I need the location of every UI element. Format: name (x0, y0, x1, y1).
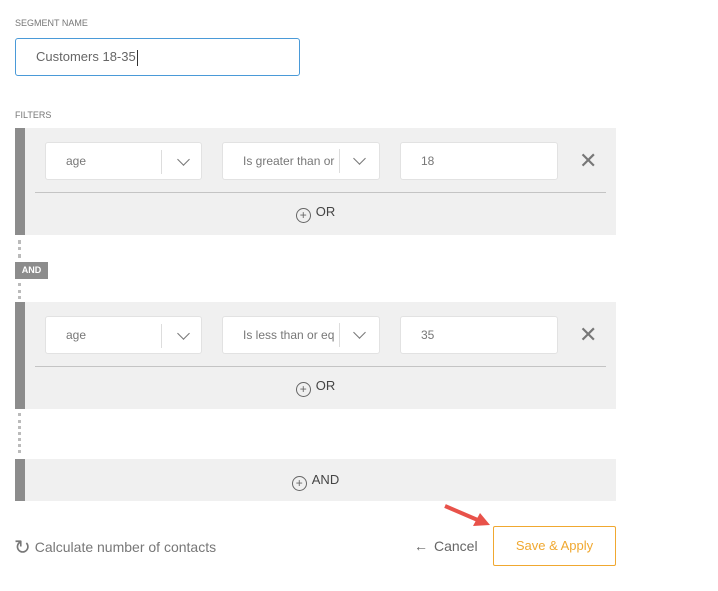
chevron-down-icon (177, 153, 190, 166)
save-apply-button[interactable]: Save & Apply (493, 526, 616, 566)
plus-circle-icon: + (295, 382, 311, 397)
filters-label: FILTERS (15, 110, 52, 120)
field-value: age (66, 328, 87, 342)
connector-dots (18, 240, 24, 258)
operator-value: Is less than or eq (243, 328, 335, 342)
operator-value: Is greater than or (243, 154, 335, 168)
divider (35, 366, 606, 367)
divider (35, 192, 606, 193)
value-input[interactable]: 18 (400, 142, 558, 180)
segment-name-input[interactable]: Customers 18-35 (15, 38, 300, 76)
connector-dots (18, 283, 24, 299)
close-icon[interactable]: ✕ (579, 150, 597, 172)
filter-group-1: age Is greater than or 18 ✕ + OR (15, 128, 616, 235)
text-caret (136, 49, 138, 66)
refresh-icon: ↻ (14, 537, 31, 559)
plus-circle-icon: + (291, 476, 307, 491)
and-label: AND (311, 472, 340, 487)
and-badge: AND (15, 262, 48, 279)
add-and-button[interactable]: + AND (15, 472, 616, 491)
segment-name-value: Customers 18-35 (36, 49, 136, 64)
calculate-contacts-button[interactable]: ↻ Calculate number of contacts (14, 535, 216, 560)
add-and-group: + AND (15, 459, 616, 501)
field-select[interactable]: age (45, 142, 202, 180)
chevron-down-icon (177, 327, 190, 340)
value-input[interactable]: 35 (400, 316, 558, 354)
segment-name-label: SEGMENT NAME (15, 18, 88, 28)
or-label: OR (315, 204, 336, 219)
calculate-label: Calculate number of contacts (34, 539, 217, 555)
add-or-button[interactable]: + OR (15, 378, 616, 397)
connector-dots (18, 413, 24, 453)
filter-group-2: age Is less than or eq 35 ✕ + OR (15, 302, 616, 409)
cancel-label: Cancel (434, 538, 478, 554)
cancel-button[interactable]: ← Cancel (414, 538, 478, 554)
or-label: OR (315, 378, 336, 393)
field-value: age (66, 154, 87, 168)
value-text: 35 (421, 328, 435, 342)
close-icon[interactable]: ✕ (579, 324, 597, 346)
arrow-left-icon: ← (414, 538, 428, 554)
plus-circle-icon: + (295, 208, 311, 223)
add-or-button[interactable]: + OR (15, 204, 616, 223)
field-select[interactable]: age (45, 316, 202, 354)
red-arrow-annotation (444, 504, 490, 526)
value-text: 18 (421, 154, 435, 168)
